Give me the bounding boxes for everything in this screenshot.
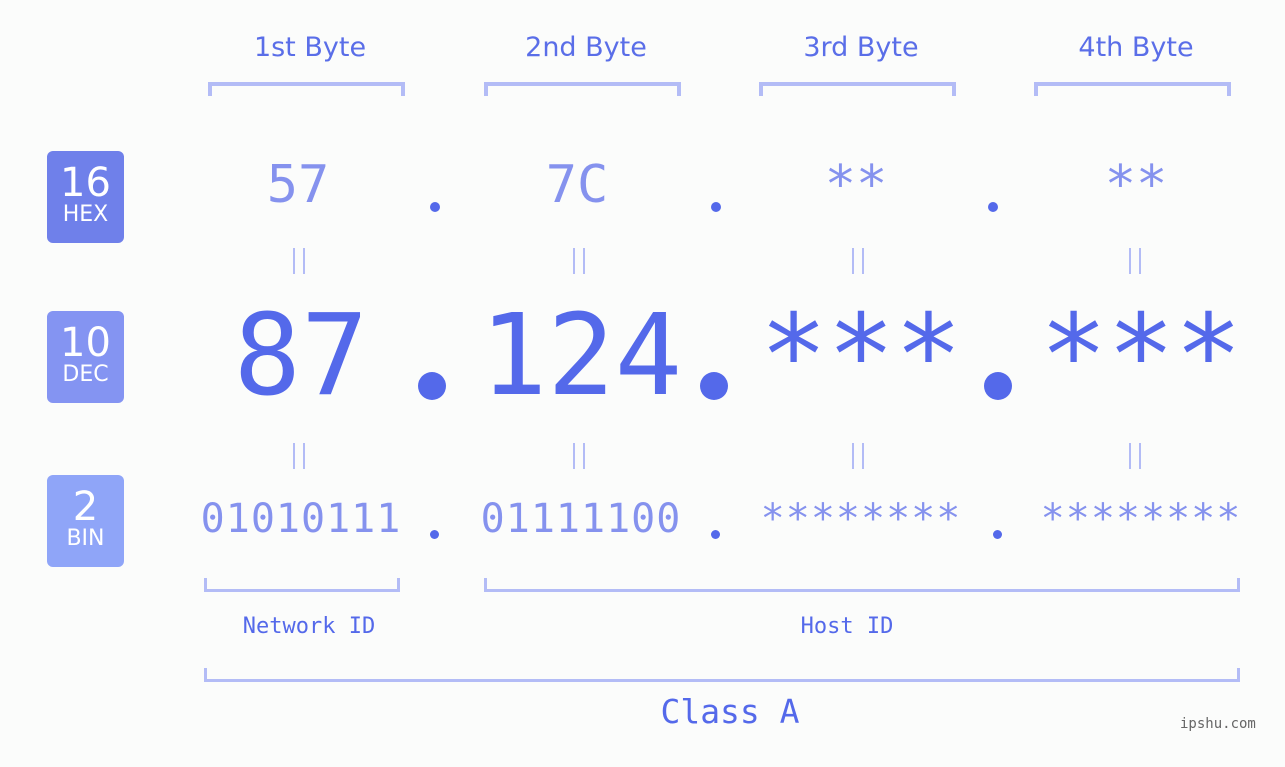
bin-byte-4: ********: [1040, 496, 1242, 542]
equals-mark: [1139, 248, 1141, 274]
equals-mark: [303, 248, 305, 274]
dec-separator-dot: [418, 372, 446, 400]
hex-byte-2: 7C: [545, 155, 609, 215]
equals-mark: [862, 248, 864, 274]
equals-mark: [852, 443, 854, 469]
byte-bracket-3: [759, 82, 956, 96]
equals-mark: [852, 248, 854, 274]
class-bracket: [204, 668, 1240, 682]
dec-byte-4: ***: [1039, 291, 1243, 421]
bin-badge: 2 BIN: [47, 475, 124, 567]
host-id-bracket: [484, 578, 1240, 592]
bin-separator-dot: [993, 530, 1002, 539]
bin-separator-dot: [430, 530, 439, 539]
byte-header-4: 4th Byte: [1078, 32, 1194, 63]
bin-base-number: 2: [72, 484, 99, 530]
dec-base-label: DEC: [62, 362, 109, 387]
equals-mark: [1129, 443, 1131, 469]
network-id-bracket: [204, 578, 400, 592]
dec-byte-1: 87: [233, 291, 369, 421]
host-id-label: Host ID: [800, 614, 894, 639]
hex-badge: 16 HEX: [47, 151, 124, 243]
equals-mark: [573, 248, 575, 274]
byte-header-2: 2nd Byte: [525, 32, 647, 63]
dec-base-number: 10: [60, 320, 111, 366]
dec-badge: 10 DEC: [47, 311, 124, 403]
watermark: ipshu.com: [1180, 716, 1256, 732]
equals-mark: [303, 443, 305, 469]
byte-header-3: 3rd Byte: [803, 32, 919, 63]
hex-byte-1: 57: [266, 155, 330, 215]
equals-mark: [583, 248, 585, 274]
byte-bracket-2: [484, 82, 681, 96]
network-id-label: Network ID: [242, 614, 376, 639]
bin-byte-3: ********: [760, 496, 962, 542]
hex-separator-dot: [988, 202, 998, 212]
equals-mark: [293, 443, 295, 469]
hex-base-number: 16: [60, 160, 111, 206]
equals-mark: [862, 443, 864, 469]
byte-header-1: 1st Byte: [253, 32, 367, 63]
equals-mark: [573, 443, 575, 469]
equals-mark: [583, 443, 585, 469]
equals-mark: [293, 248, 295, 274]
dec-byte-3: ***: [759, 291, 963, 421]
class-label: Class A: [660, 692, 800, 731]
equals-mark: [1129, 248, 1131, 274]
hex-byte-4: **: [1104, 155, 1168, 215]
hex-separator-dot: [711, 202, 721, 212]
bin-separator-dot: [711, 530, 720, 539]
bin-base-label: BIN: [66, 526, 105, 551]
dec-separator-dot: [700, 372, 728, 400]
hex-base-label: HEX: [62, 202, 109, 227]
dec-separator-dot: [984, 372, 1012, 400]
equals-mark: [1139, 443, 1141, 469]
byte-bracket-4: [1034, 82, 1231, 96]
hex-separator-dot: [430, 202, 440, 212]
byte-bracket-1: [208, 82, 405, 96]
hex-byte-3: **: [824, 155, 888, 215]
bin-byte-1: 01010111: [200, 496, 402, 542]
bin-byte-2: 01111100: [480, 496, 682, 542]
dec-byte-2: 124: [479, 291, 683, 421]
